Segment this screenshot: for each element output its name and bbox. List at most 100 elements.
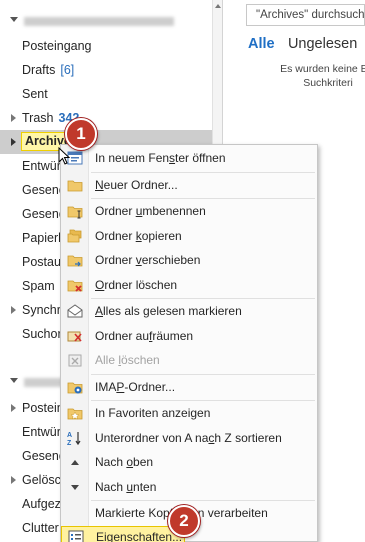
collapse-icon[interactable] [10,378,18,383]
move-folder-icon [67,255,83,267]
menu-label-text: räumen [152,328,194,343]
menu-item[interactable]: In neuem Fenster öffnen [61,146,317,170]
menu-item-label: In Favoriten anzeigen [95,401,210,425]
folder-name: Entwürf [22,425,65,439]
folder-label: Papierk [22,226,64,250]
menu-accelerator-key: A [95,304,104,318]
menu-label-text: rdner löschen [104,277,178,292]
delete-all-icon [68,354,82,367]
move-down-icon [71,484,79,490]
mouse-cursor-icon [58,147,71,165]
filter-tabs: Alle Ungelesen [248,36,365,56]
menu-item-label: Ordner löschen [95,273,177,297]
folder-name: Postein [22,401,64,415]
menu-item-label: Ordner verschieben [95,248,200,272]
menu-item[interactable]: Nach oben [61,450,317,474]
folder-name: Spam [22,279,55,293]
empty-message-line-1: Es wurden keine Ele [280,63,365,75]
menu-item-label: Nach unten [95,475,156,499]
menu-item[interactable]: Ordner kopieren [61,224,317,248]
menu-label-text: mbenennen [142,204,206,218]
svg-text:A: A [67,432,72,439]
folder-item[interactable]: Sent [0,82,212,106]
menu-item-label: Ordner kopieren [95,224,182,248]
menu-item[interactable]: Neuer Ordner... [61,173,317,197]
menu-label-text: Ordner [95,228,136,243]
menu-item[interactable]: IMAP-Ordner... [61,375,317,399]
folder-label: Drafts [6] [22,58,74,82]
imap-folder-icon [67,382,83,393]
menu-item[interactable]: Nach unten [61,475,317,499]
menu-label-text: lles als gelesen markieren [103,304,242,318]
svg-text:Z: Z [67,440,72,446]
new-folder-icon [67,180,83,191]
menu-item[interactable]: In Favoriten anzeigen [61,401,317,425]
copy-folder-icon [67,229,82,242]
menu-label-text: Ordner [95,204,136,218]
sort-az-icon: AZ [67,431,81,446]
menu-item[interactable]: Ordner aufräumen [61,324,317,348]
empty-list-message: Es wurden keine Ele Suchkriteri [258,62,365,90]
menu-item-label: IMAP-Ordner... [95,375,175,399]
menu-label-text: nten [133,479,157,494]
unread-count: [6] [60,63,75,77]
folder-label: Sent [22,82,48,106]
menu-item[interactable]: Ordner löschen [61,273,317,297]
redacted-account-name [24,17,174,26]
expand-icon[interactable] [11,404,16,412]
menu-label-text: Nach [95,479,127,494]
menu-label-text: -Ordner... [124,379,176,394]
menu-label-text: In Favoriten anzeigen [95,406,211,420]
menu-item-label: Nach oben [95,450,153,474]
menu-item: Alle löschen [61,348,317,372]
folder-name: Trash [22,111,54,125]
menu-label-text: ter öffnen [175,151,226,165]
menu-item-label: Alle löschen [95,348,160,372]
folder-item[interactable]: Posteingang [0,34,212,58]
expand-icon[interactable] [11,114,16,122]
favorites-icon [67,408,83,420]
folder-label: Entwürf [22,420,64,444]
folder-name: Sent [22,87,48,101]
folder-label: Spam[ [22,274,63,298]
menu-accelerator-key: N [95,177,104,192]
menu-label-text: opieren [141,228,182,243]
menu-label-text: Unterordner von A na [95,430,209,445]
menu-item[interactable]: Ordner umbenennen [61,199,317,223]
expand-icon[interactable] [11,476,16,484]
tab-unread[interactable]: Ungelesen [288,36,357,52]
step-badge-2: 2 [168,505,200,537]
clean-up-icon [67,331,82,342]
scroll-up-icon[interactable] [215,4,221,8]
menu-label-text: Ordner au [95,328,150,343]
tab-all[interactable]: Alle [248,36,275,52]
menu-item-label: Ordner umbenennen [95,199,206,223]
folder-item[interactable]: Trash 342 [0,106,212,130]
menu-label-text: ben [133,455,154,469]
menu-label-text: Nach [95,455,127,469]
expand-icon[interactable] [11,138,16,146]
move-up-icon [71,460,79,465]
delete-folder-icon [67,280,83,292]
menu-label-text: igenschaften... [104,529,183,542]
folder-item[interactable]: Drafts [6] [0,58,212,82]
folder-label: Posteingang [22,34,92,58]
expand-icon[interactable] [11,306,16,314]
menu-item[interactable]: Eigenschaften... [61,525,185,542]
search-input[interactable]: "Archives" durchsuchen [246,4,365,26]
folder-name: Papierk [22,231,65,245]
folder-name: Drafts [22,63,56,77]
collapse-icon[interactable] [10,17,18,22]
folder-label: Clutter [22,516,59,540]
menu-item-label: Alles als gelesen markieren [95,299,242,323]
menu-item-label: Unterordner von A nach Z sortieren [95,426,282,450]
menu-item[interactable]: A Z Unterordner von A nach Z sortieren [61,426,317,450]
menu-item[interactable]: Ordner verschieben [61,248,317,272]
folder-context-menu: In neuem Fenster öffnen Neuer Ordner... Or… [60,144,318,542]
folder-name: Posteingang [22,39,92,53]
menu-label-text: Alle [95,353,119,367]
menu-label-text: Ordner [95,253,136,267]
menu-item[interactable]: Alles als gelesen markieren [61,299,317,323]
account-header-1[interactable] [10,14,180,28]
folder-name: Clutter [22,521,59,535]
